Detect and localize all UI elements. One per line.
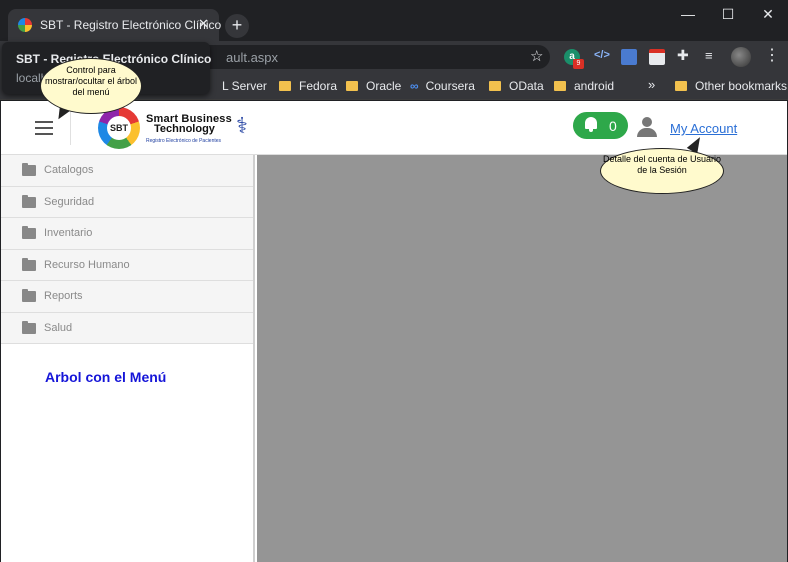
extension-window-icon[interactable] [649, 49, 665, 65]
bell-icon [584, 117, 598, 132]
new-tab-button[interactable]: + [225, 14, 249, 38]
bookmark-item[interactable]: ∞ Coursera [410, 79, 475, 93]
sidebar-item-inventario[interactable]: Inventario [1, 218, 253, 250]
extension-document-icon[interactable] [621, 49, 637, 65]
logo-title-line2: Technology [154, 123, 215, 135]
menu-toggle-callout: Control para mostrar/ocultar el árbol de… [40, 58, 142, 114]
main-content-area [257, 155, 787, 562]
sidebar-item-recurso-humano[interactable]: Recurso Humano [1, 249, 253, 281]
bookmark-item[interactable]: Fedora [279, 79, 337, 93]
logo-subtitle: Registro Electrónico de Pacientes [146, 138, 222, 144]
coursera-icon: ∞ [410, 79, 419, 93]
media-control-icon[interactable]: ≡ [705, 48, 721, 64]
folder-icon [554, 81, 566, 91]
bookmark-item[interactable]: Oracle [346, 79, 401, 93]
extension-code-icon[interactable]: </> [594, 49, 610, 65]
active-tab[interactable]: SBT - Registro Electrónico Clínico ✕ [8, 9, 222, 41]
extensions-puzzle-icon[interactable]: ✚ [677, 47, 693, 63]
folder-icon [22, 194, 36, 208]
sidebar-item-label: Catalogos [44, 164, 94, 176]
sidebar-item-label: Recurso Humano [44, 258, 130, 271]
tab-close-icon[interactable]: ✕ [198, 17, 209, 31]
tab-title: SBT - Registro Electrónico Clínico [40, 18, 222, 32]
maximize-button[interactable]: ☐ [708, 0, 748, 28]
folder-icon [675, 81, 687, 91]
bookmark-item[interactable]: android [554, 79, 614, 93]
bookmark-star-icon[interactable]: ☆ [530, 47, 543, 65]
logo-badge: SBT [98, 107, 140, 149]
sidebar-item-salud[interactable]: Salud [1, 312, 253, 344]
notifications-button[interactable]: 0 [573, 112, 628, 139]
folder-icon [346, 81, 358, 91]
sidebar-item-label: Seguridad [44, 195, 95, 208]
account-callout: Detalle del cuenta de Usuario de la Sesi… [600, 148, 724, 194]
sidebar-item-seguridad[interactable]: Seguridad [1, 186, 253, 218]
folder-icon [489, 81, 501, 91]
browser-menu-icon[interactable]: ⋮ [764, 47, 780, 65]
folder-icon [22, 289, 36, 302]
folder-icon [22, 163, 36, 176]
url-text[interactable]: ault.aspx [226, 50, 278, 65]
folder-icon [22, 257, 36, 271]
folder-icon [22, 226, 36, 239]
tab-strip: SBT - Registro Electrónico Clínico ✕ + —… [0, 0, 788, 41]
extension-badge: 9 [573, 59, 584, 69]
sidebar-item-label: Inventario [44, 227, 93, 239]
bookmark-item[interactable]: OData [489, 79, 544, 93]
folder-icon [279, 81, 291, 91]
sidebar-item-reports[interactable]: Reports [1, 281, 253, 313]
logo-badge-text: SBT [107, 116, 131, 140]
user-icon[interactable] [637, 117, 657, 137]
sidebar-menu: Catalogos Seguridad Inventario Recurso H… [1, 155, 255, 562]
sidebar-item-label: Salud [44, 321, 73, 334]
sbt-logo[interactable]: SBT Smart Business Technology Registro E… [98, 107, 258, 149]
my-account-link[interactable]: My Account [670, 121, 737, 136]
close-window-button[interactable]: ✕ [748, 0, 788, 28]
hamburger-menu-icon[interactable] [35, 121, 53, 135]
browser-window: SBT - Registro Electrónico Clínico ✕ + —… [0, 0, 788, 562]
site-favicon-icon [18, 18, 32, 32]
sidebar-item-catalogos[interactable]: Catalogos [1, 155, 253, 187]
caduceus-icon: ⚕ [236, 113, 248, 138]
minimize-button[interactable]: — [668, 0, 708, 28]
folder-icon [22, 320, 36, 334]
notification-count: 0 [609, 118, 617, 134]
bookmarks-overflow-button[interactable]: » [648, 77, 655, 92]
sidebar-item-label: Reports [44, 290, 83, 302]
tree-caption: Arbol con el Menú [45, 369, 167, 385]
other-bookmarks[interactable]: Other bookmarks [675, 79, 787, 93]
profile-avatar[interactable] [731, 47, 751, 67]
bookmark-item[interactable]: L Server [222, 79, 267, 93]
